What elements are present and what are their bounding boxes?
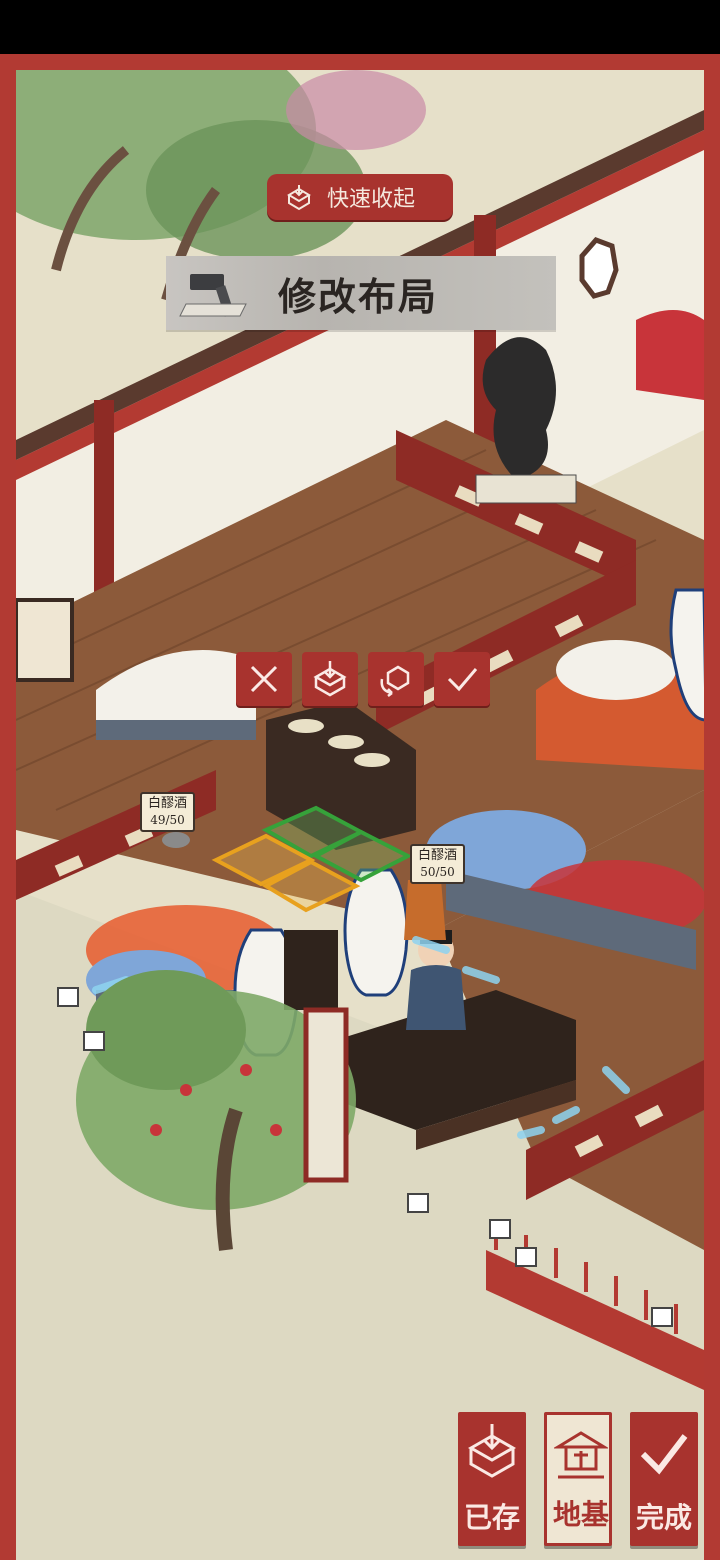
store-box-icon bbox=[467, 1424, 517, 1478]
page-title: 修改布局 bbox=[278, 274, 439, 319]
status-bar bbox=[0, 0, 720, 54]
item-name: 白醪酒 bbox=[148, 796, 188, 811]
house-foundation-icon bbox=[554, 1431, 608, 1479]
item-action-bar bbox=[236, 652, 490, 706]
item-stock-tag[interactable]: 白醪酒 50/50 bbox=[410, 844, 466, 884]
rotate-icon bbox=[380, 665, 410, 697]
store-item-button[interactable] bbox=[302, 652, 358, 706]
stored-items-button[interactable]: 已存 bbox=[458, 1412, 526, 1546]
item-count: 50/50 bbox=[420, 865, 455, 879]
rotate-button[interactable] bbox=[368, 652, 424, 706]
confirm-placement-button[interactable] bbox=[434, 652, 490, 706]
item-count: 49/50 bbox=[150, 813, 185, 827]
foundation-button[interactable]: 地基 bbox=[544, 1412, 612, 1546]
cancel-button[interactable] bbox=[236, 652, 292, 706]
quick-collapse-label: 快速收起 bbox=[327, 187, 416, 212]
stored-label: 已存 bbox=[463, 1501, 520, 1534]
confirm-check-icon bbox=[447, 668, 478, 692]
game-frame: 快速收起 修改布局 白醪酒 49/50 白醪酒 50/50 已存 地基 完成 bbox=[0, 54, 720, 1560]
done-button[interactable]: 完成 bbox=[630, 1412, 698, 1546]
edit-layout-banner: 修改布局 bbox=[166, 256, 556, 330]
foundation-label: 地基 bbox=[552, 1498, 609, 1531]
check-icon bbox=[640, 1434, 688, 1475]
quick-collapse-button[interactable]: 快速收起 bbox=[267, 174, 453, 220]
game-scene[interactable]: 快速收起 修改布局 白醪酒 49/50 白醪酒 50/50 已存 地基 完成 bbox=[16, 70, 704, 1560]
item-stock-tag[interactable]: 白醪酒 49/50 bbox=[140, 792, 196, 832]
hammer-icon bbox=[179, 274, 247, 317]
cancel-x-icon bbox=[250, 665, 278, 693]
store-box-icon bbox=[287, 185, 311, 211]
done-label: 完成 bbox=[635, 1501, 692, 1534]
item-name: 白醪酒 bbox=[418, 848, 458, 863]
store-box-icon bbox=[313, 661, 347, 697]
